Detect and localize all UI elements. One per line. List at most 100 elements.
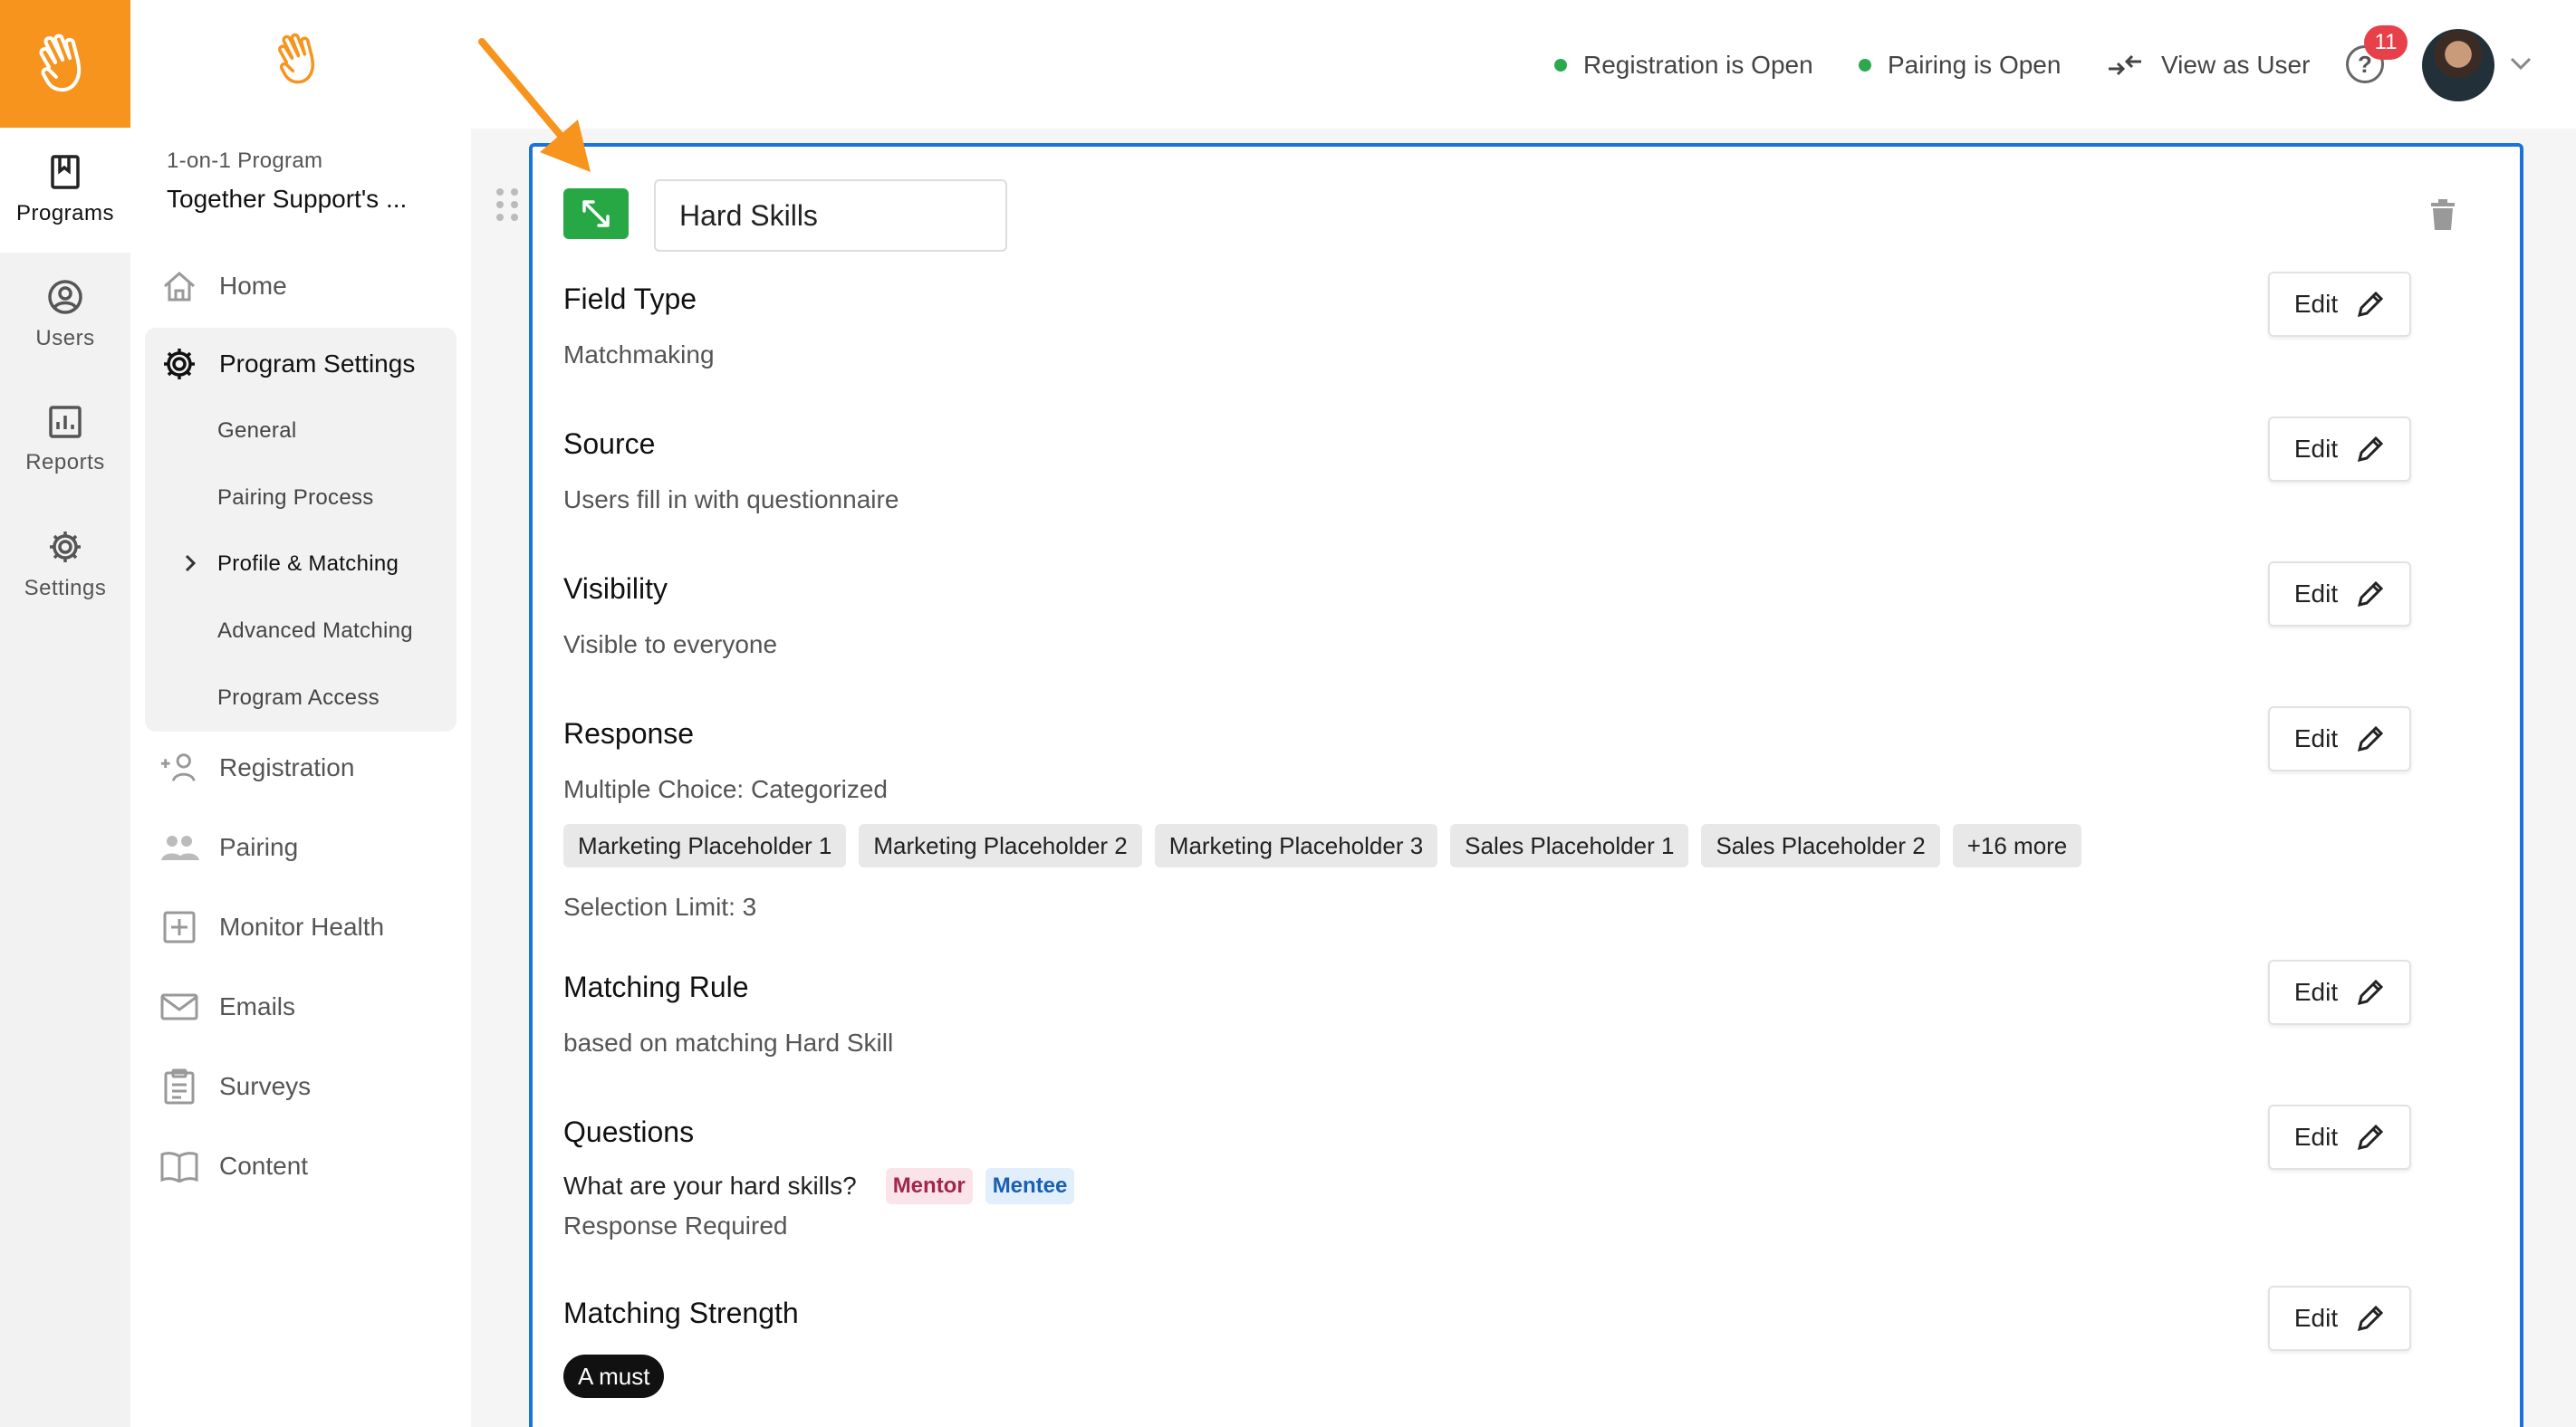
pencil-icon [2358, 725, 2384, 752]
edit-label: Edit [2293, 724, 2339, 752]
top-header: Registration is Open Pairing is Open Vie… [471, 0, 2576, 129]
nav-registration-label: Registration [219, 753, 355, 781]
matching-rule-value: based on matching Hard Skill [563, 1029, 894, 1057]
rail-settings[interactable]: Settings [0, 503, 130, 627]
nav-emails-label: Emails [219, 992, 296, 1020]
nav-home-label: Home [219, 272, 287, 300]
notification-badge[interactable]: 11 [2364, 25, 2408, 60]
edit-response-button[interactable]: Edit [2268, 706, 2411, 771]
field-type-label: Field Type [563, 283, 697, 315]
profile-field-card: Field Type Matchmaking Edit Source Users… [529, 143, 2523, 1427]
source-label: Source [563, 427, 656, 460]
pairing-status: Pairing is Open [1859, 51, 2061, 80]
subnav-general[interactable]: General [217, 418, 296, 444]
option-chip: Marketing Placeholder 1 [563, 824, 847, 867]
selection-limit: Selection Limit: 3 [563, 893, 757, 921]
program-sidebar: 1-on-1 Program Together Support's ... Ho… [130, 0, 471, 1427]
program-name[interactable]: Together Support's ... [167, 185, 407, 214]
rail-programs[interactable]: Programs [0, 128, 130, 253]
subnav-program-access[interactable]: Program Access [217, 685, 380, 711]
subnav-profile-matching-label: Profile & Matching [217, 551, 399, 576]
nav-program-settings[interactable]: Program Settings [159, 346, 415, 382]
nav-program-settings-label: Program Settings [219, 350, 416, 378]
chevron-right-icon [185, 554, 197, 572]
drag-handle[interactable] [496, 188, 518, 221]
book-icon [160, 1152, 198, 1183]
nav-pairing-label: Pairing [219, 833, 299, 861]
nav-home[interactable]: Home [159, 250, 449, 322]
edit-questions-button[interactable]: Edit [2268, 1105, 2411, 1170]
edit-label: Edit [2293, 435, 2339, 463]
nav-registration[interactable]: Registration [159, 732, 449, 804]
option-chip: Sales Placeholder 1 [1450, 824, 1689, 867]
response-required: Response Required [563, 1212, 788, 1240]
rail-users-label: Users [35, 326, 95, 350]
subnav-advanced-matching[interactable]: Advanced Matching [217, 618, 413, 644]
app-logo[interactable] [0, 0, 130, 128]
registration-status-label: Registration is Open [1583, 51, 1813, 79]
edit-field-type-button[interactable]: Edit [2268, 272, 2411, 337]
pairing-status-label: Pairing is Open [1888, 51, 2062, 79]
view-as-user-button[interactable]: View as User [2107, 51, 2310, 80]
nav-content[interactable]: Content [159, 1130, 449, 1202]
view-as-user-label: View as User [2161, 51, 2311, 79]
add-user-icon [160, 753, 196, 781]
program-kind: 1-on-1 Program [167, 148, 323, 173]
user-circle-icon [48, 280, 82, 314]
nav-surveys[interactable]: Surveys [159, 1050, 449, 1123]
edit-source-button[interactable]: Edit [2268, 417, 2411, 482]
nav-emails[interactable]: Emails [159, 971, 449, 1043]
bar-chart-icon [49, 406, 82, 438]
edit-label: Edit [2293, 1304, 2339, 1332]
swap-arrows-icon [2109, 54, 2141, 76]
option-chip: Marketing Placeholder 2 [859, 824, 1142, 867]
pencil-icon [2358, 1124, 2384, 1151]
more-options-chip[interactable]: +16 more [1952, 824, 2082, 867]
field-title-input[interactable] [654, 179, 1007, 252]
edit-label: Edit [2293, 978, 2339, 1006]
rail-programs-label: Programs [15, 201, 115, 225]
matching-rule-label: Matching Rule [563, 971, 749, 1003]
field-type-value: Matchmaking [563, 340, 715, 369]
mail-icon [160, 993, 198, 1020]
visibility-value: Visible to everyone [563, 630, 778, 658]
status-dot [1554, 59, 1567, 72]
source-value: Users fill in with questionnaire [563, 485, 899, 513]
nav-surveys-label: Surveys [219, 1072, 312, 1100]
rail-users[interactable]: Users [0, 253, 130, 378]
nav-content-label: Content [219, 1152, 309, 1180]
main-content: Field Type Matchmaking Edit Source Users… [471, 129, 2576, 1427]
primary-rail: Programs Users Reports Settings [0, 0, 130, 1427]
waving-hand-icon [39, 34, 82, 91]
pencil-icon [2358, 291, 2384, 318]
edit-label: Edit [2293, 290, 2339, 318]
program-settings-group: Program Settings General Pairing Process… [145, 328, 457, 732]
edit-matching-strength-button[interactable]: Edit [2268, 1286, 2411, 1351]
matching-strength-label: Matching Strength [563, 1297, 799, 1329]
edit-label: Edit [2293, 579, 2339, 608]
expand-button[interactable] [563, 188, 629, 239]
avatar[interactable] [2422, 29, 2494, 101]
nav-pairing[interactable]: Pairing [159, 811, 449, 884]
nav-monitor-health[interactable]: Monitor Health [159, 891, 449, 963]
annotation-arrow-icon [478, 38, 591, 172]
rail-reports[interactable]: Reports [0, 378, 130, 503]
edit-visibility-button[interactable]: Edit [2268, 561, 2411, 627]
home-icon [164, 272, 195, 302]
option-chip: Marketing Placeholder 3 [1154, 824, 1438, 867]
status-dot [1859, 59, 1871, 72]
edit-label: Edit [2293, 1123, 2339, 1151]
rail-settings-label: Settings [24, 576, 107, 600]
visibility-label: Visibility [563, 572, 668, 605]
response-options: Marketing Placeholder 1 Marketing Placeh… [563, 824, 2082, 867]
edit-matching-rule-button[interactable]: Edit [2268, 960, 2411, 1025]
subnav-profile-matching[interactable]: Profile & Matching [185, 551, 399, 577]
subnav-pairing-process[interactable]: Pairing Process [217, 485, 374, 511]
plus-square-icon [163, 911, 196, 943]
waving-hand-icon [278, 33, 315, 84]
gear-icon [164, 349, 195, 379]
nav-monitor-health-label: Monitor Health [219, 913, 385, 941]
chevron-down-icon[interactable] [2509, 56, 2533, 71]
question-row: What are your hard skills? Mentor Mentee [563, 1168, 1075, 1204]
trash-icon[interactable] [2429, 197, 2456, 232]
